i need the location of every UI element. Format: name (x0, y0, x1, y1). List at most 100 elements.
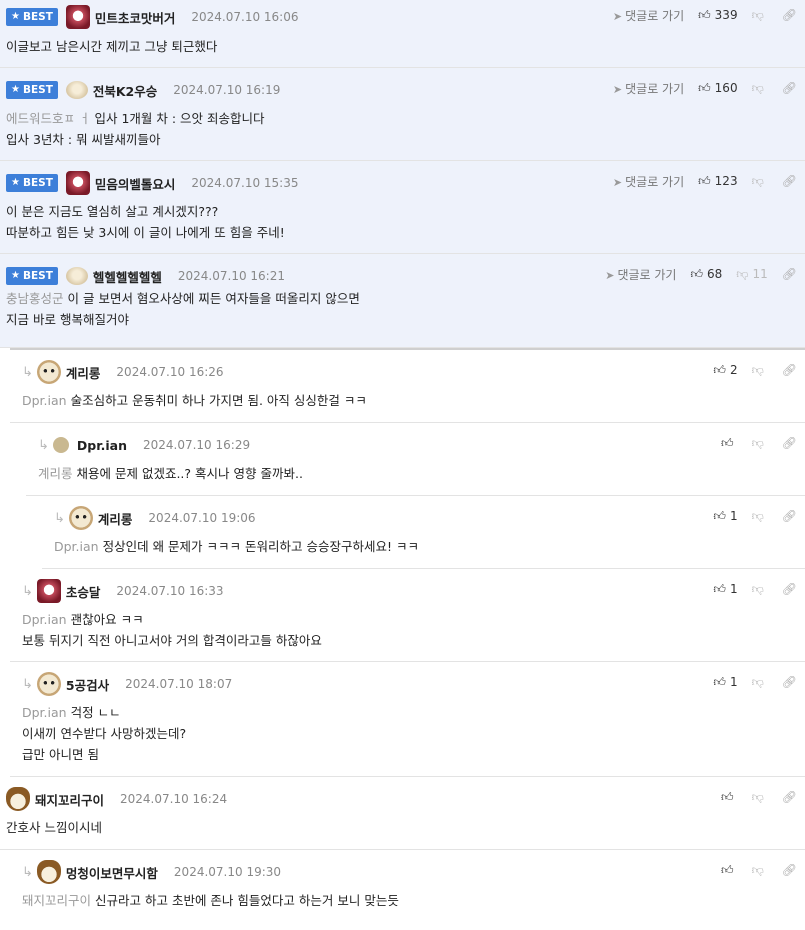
like-button[interactable]: 👍︎ 123 (698, 174, 737, 189)
link-icon[interactable]: 🔗︎ (782, 509, 797, 523)
like-button[interactable]: 👍︎ (721, 863, 738, 878)
mention[interactable]: 충남홍성군 (6, 291, 64, 306)
comment-author[interactable]: 멍청이보면무시함 (66, 863, 158, 882)
link-icon[interactable]: 🔗︎ (782, 582, 797, 596)
thumbs-up-icon: 👍︎ (690, 266, 704, 281)
like-button[interactable]: 👍︎ 2 (713, 363, 737, 378)
thumbs-down-icon: 👎︎ (751, 581, 764, 596)
avatar[interactable] (65, 81, 88, 99)
avatar[interactable] (6, 787, 30, 811)
comment-author[interactable]: 계리롱 (98, 509, 133, 528)
thumbs-down-icon: 👎︎ (751, 508, 764, 523)
dislike-button[interactable]: 👎︎ (752, 582, 768, 597)
avatar[interactable] (36, 860, 61, 884)
star-icon: ★ (11, 270, 20, 281)
avatar[interactable] (65, 267, 88, 285)
avatar[interactable] (65, 171, 90, 195)
avatar[interactable] (36, 579, 61, 603)
reply-comment: ↳ 초승달 2024.07.10 16:33 👍︎ 1 👎︎ 🔗︎ Dpr.ian… (10, 569, 805, 662)
comment-author[interactable]: 헬헬헬헬헬헬 (93, 267, 162, 286)
mention[interactable]: Dpr.ian (54, 539, 99, 554)
dislike-button[interactable]: 👎︎ (752, 363, 768, 378)
thumbs-down-icon: 👎︎ (751, 789, 764, 804)
comment-text: 이 글 보면서 혐오사상에 찌든 여자들을 떠올리지 않으면 (67, 291, 360, 306)
avatar[interactable] (36, 360, 61, 384)
arrow-icon: ➤ (612, 82, 623, 96)
mention[interactable]: 돼지꼬리구이 (22, 893, 91, 908)
like-button[interactable]: 👍︎ (721, 436, 738, 451)
thumbs-down-icon: 👎︎ (751, 674, 764, 689)
comment-author[interactable]: 5공검사 (66, 675, 109, 694)
comment-author[interactable]: 민트초코맛버거 (95, 8, 176, 27)
like-button[interactable]: 👍︎ 160 (698, 81, 737, 96)
comment-text: 이새끼 연수받다 사망하겠는데? (22, 726, 187, 741)
dislike-button[interactable]: 👎︎ 11 (736, 267, 767, 282)
avatar[interactable] (65, 5, 90, 29)
comment-text: 신규라고 하고 초반에 존나 힘들었다고 하는거 보니 맞는듯 (95, 893, 399, 908)
like-button[interactable]: 👍︎ 68 (690, 267, 722, 282)
go-to-reply-link[interactable]: ➤ 댓글로 가기 (613, 80, 684, 97)
thumbs-up-icon: 👍︎ (713, 674, 726, 689)
dislike-button[interactable]: 👎︎ (752, 81, 768, 96)
link-icon[interactable]: 🔗︎ (782, 790, 797, 804)
dislike-button[interactable]: 👎︎ (752, 8, 768, 23)
thumbs-up-icon: 👍︎ (713, 581, 726, 596)
best-badge: ★ BEST (6, 174, 58, 192)
reply-arrow-icon: ↳ (38, 437, 49, 453)
link-icon[interactable]: 🔗︎ (782, 174, 797, 188)
go-to-reply-link[interactable]: ➤ 댓글로 가기 (613, 173, 684, 190)
dislike-button[interactable]: 👎︎ (752, 509, 768, 524)
thumbs-up-icon: 👍︎ (698, 80, 711, 95)
comment-text: 이 분은 지금도 열심히 살고 계시겠지??? (6, 204, 219, 219)
reply-arrow-icon: ↳ (22, 583, 33, 599)
comment-author[interactable]: 전북K2우승 (93, 81, 157, 100)
arrow-icon: ➤ (605, 268, 615, 282)
link-icon[interactable]: 🔗︎ (782, 675, 797, 689)
comment-date: 2024.07.10 15:35 (191, 176, 299, 190)
reply-arrow-icon: ↳ (22, 676, 33, 692)
reply-comment: ↳ 멍청이보면무시함 2024.07.10 19:30 👍︎ 👎︎ 🔗︎ 돼지꼬… (10, 850, 805, 930)
mention[interactable]: 에드워드호ㅍ ㅓ (6, 111, 90, 126)
thumbs-up-icon: 👍︎ (721, 789, 734, 804)
comment-text: 술조심하고 운동취미 하나 가지면 됨. 아직 싱싱한걸 ㅋㅋ (70, 393, 367, 408)
thumbs-up-icon: 👍︎ (713, 508, 726, 523)
comment-text: 입사 3년차 : 뭐 씨발새끼들아 (6, 132, 161, 147)
link-icon[interactable]: 🔗︎ (782, 436, 797, 450)
link-icon[interactable]: 🔗︎ (782, 8, 797, 22)
reply-comment: ↳ 5공검사 2024.07.10 18:07 👍︎ 1 👎︎ 🔗︎ Dpr.ia… (10, 662, 805, 777)
dislike-button[interactable]: 👎︎ (752, 675, 768, 690)
link-icon[interactable]: 🔗︎ (782, 81, 797, 95)
like-button[interactable]: 👍︎ 1 (713, 509, 737, 524)
comment-author[interactable]: Dpr.ian (77, 438, 127, 453)
like-button[interactable]: 👍︎ 1 (713, 675, 737, 690)
comment-date: 2024.07.10 16:19 (173, 83, 281, 97)
comment-text: 정상인데 왜 문제가 ㅋㅋㅋ 돈워리하고 승승장구하세요! ㅋㅋ (102, 539, 419, 554)
comment-author[interactable]: 계리롱 (66, 363, 101, 382)
link-icon[interactable]: 🔗︎ (782, 267, 797, 281)
like-button[interactable]: 👍︎ 1 (713, 582, 737, 597)
mention[interactable]: 계리롱 (38, 466, 73, 481)
dislike-button[interactable]: 👎︎ (752, 174, 768, 189)
comment-author[interactable]: 믿음의벨톨요시 (95, 174, 176, 193)
go-to-reply-link[interactable]: ➤ 댓글로 가기 (605, 266, 676, 283)
avatar[interactable] (36, 672, 61, 696)
dislike-button[interactable]: 👎︎ (752, 863, 768, 878)
avatar[interactable] (68, 506, 93, 530)
link-icon[interactable]: 🔗︎ (782, 363, 797, 377)
avatar[interactable] (52, 437, 69, 453)
go-to-reply-link[interactable]: ➤ 댓글로 가기 (613, 7, 684, 24)
thumbs-up-icon: 👍︎ (698, 7, 711, 22)
like-button[interactable]: 👍︎ 339 (698, 8, 737, 23)
dislike-button[interactable]: 👎︎ (752, 436, 768, 451)
thumbs-up-icon: 👍︎ (721, 862, 734, 877)
comment-author[interactable]: 돼지꼬리구이 (35, 790, 104, 809)
dislike-button[interactable]: 👎︎ (752, 790, 768, 805)
mention[interactable]: Dpr.ian (22, 612, 67, 627)
comment-author[interactable]: 초승달 (66, 582, 101, 601)
thumbs-down-icon: 👎︎ (751, 862, 764, 877)
mention[interactable]: Dpr.ian (22, 705, 67, 720)
mention[interactable]: Dpr.ian (22, 393, 67, 408)
link-icon[interactable]: 🔗︎ (782, 863, 797, 877)
like-button[interactable]: 👍︎ (721, 790, 738, 805)
comment: 돼지꼬리구이 2024.07.10 16:24 👍︎ 👎︎ 🔗︎ 간호사 느낌이… (0, 777, 805, 850)
